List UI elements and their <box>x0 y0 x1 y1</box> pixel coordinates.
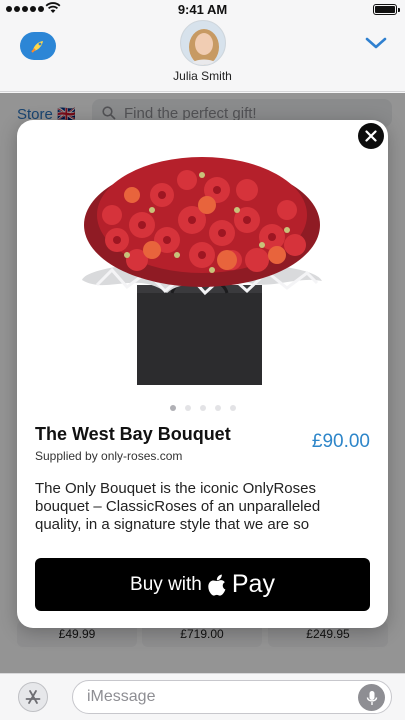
product-image[interactable] <box>77 145 327 390</box>
close-button[interactable] <box>358 123 384 149</box>
page-dot[interactable] <box>229 405 236 411</box>
apple-pay-button[interactable]: Buy with Pay <box>35 558 370 611</box>
status-time: 9:41 AM <box>177 2 228 17</box>
microphone-button[interactable] <box>358 684 385 711</box>
status-bar: 9:41 AM <box>0 0 405 20</box>
battery-icon <box>373 4 400 15</box>
rocket-icon <box>31 41 43 53</box>
app-store-icon <box>25 690 41 704</box>
contact-name: Julia Smith <box>173 69 232 83</box>
page-dot[interactable] <box>184 405 191 411</box>
image-pagination[interactable] <box>17 405 388 411</box>
imessage-placeholder: iMessage <box>87 688 156 705</box>
page-dot[interactable] <box>214 405 221 411</box>
message-bar: iMessage <box>0 673 405 720</box>
avatar[interactable] <box>180 20 226 66</box>
pay-label: Pay <box>231 570 275 598</box>
close-icon <box>365 130 377 142</box>
product-description: The Only Bouquet is the iconic OnlyRoses… <box>35 480 321 533</box>
chevron-down-icon[interactable] <box>365 36 387 50</box>
buy-with-label: Buy with <box>130 573 202 595</box>
imessage-input[interactable]: iMessage <box>72 680 392 714</box>
microphone-icon <box>366 690 377 705</box>
product-title: The West Bay Bouquet <box>35 424 231 444</box>
app-store-button[interactable] <box>18 682 48 712</box>
product-price: £90.00 <box>311 431 370 452</box>
app-button[interactable] <box>20 32 56 60</box>
product-supplier: Supplied by only-roses.com <box>35 449 183 463</box>
product-card: The West Bay Bouquet Supplied by only-ro… <box>17 120 388 628</box>
page-dot[interactable] <box>199 405 206 411</box>
apple-logo-icon <box>208 574 226 596</box>
page-dot[interactable] <box>169 405 176 411</box>
conversation-header: Julia Smith <box>0 20 405 92</box>
